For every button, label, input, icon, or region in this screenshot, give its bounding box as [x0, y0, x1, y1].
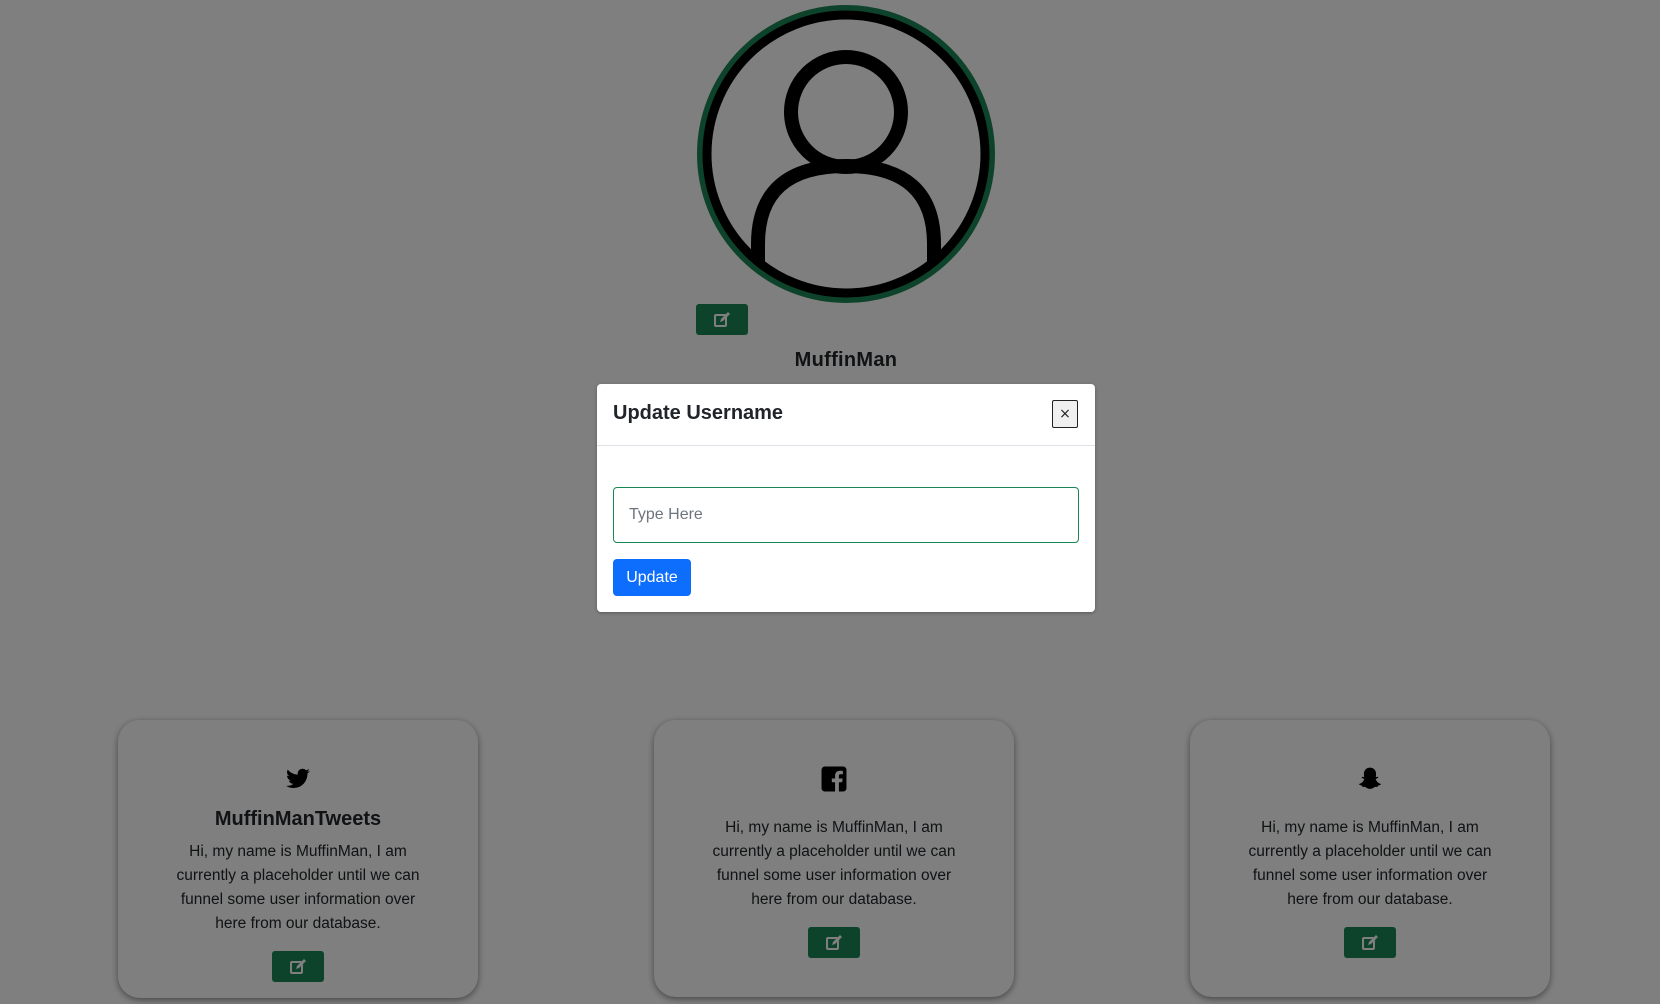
modal-header: Update Username × — [597, 384, 1095, 446]
close-button[interactable]: × — [1052, 400, 1078, 428]
username-input[interactable] — [613, 487, 1079, 543]
modal-title: Update Username — [613, 402, 784, 424]
update-username-modal: Update Username × Update — [597, 384, 1095, 612]
update-button[interactable]: Update — [613, 559, 691, 596]
